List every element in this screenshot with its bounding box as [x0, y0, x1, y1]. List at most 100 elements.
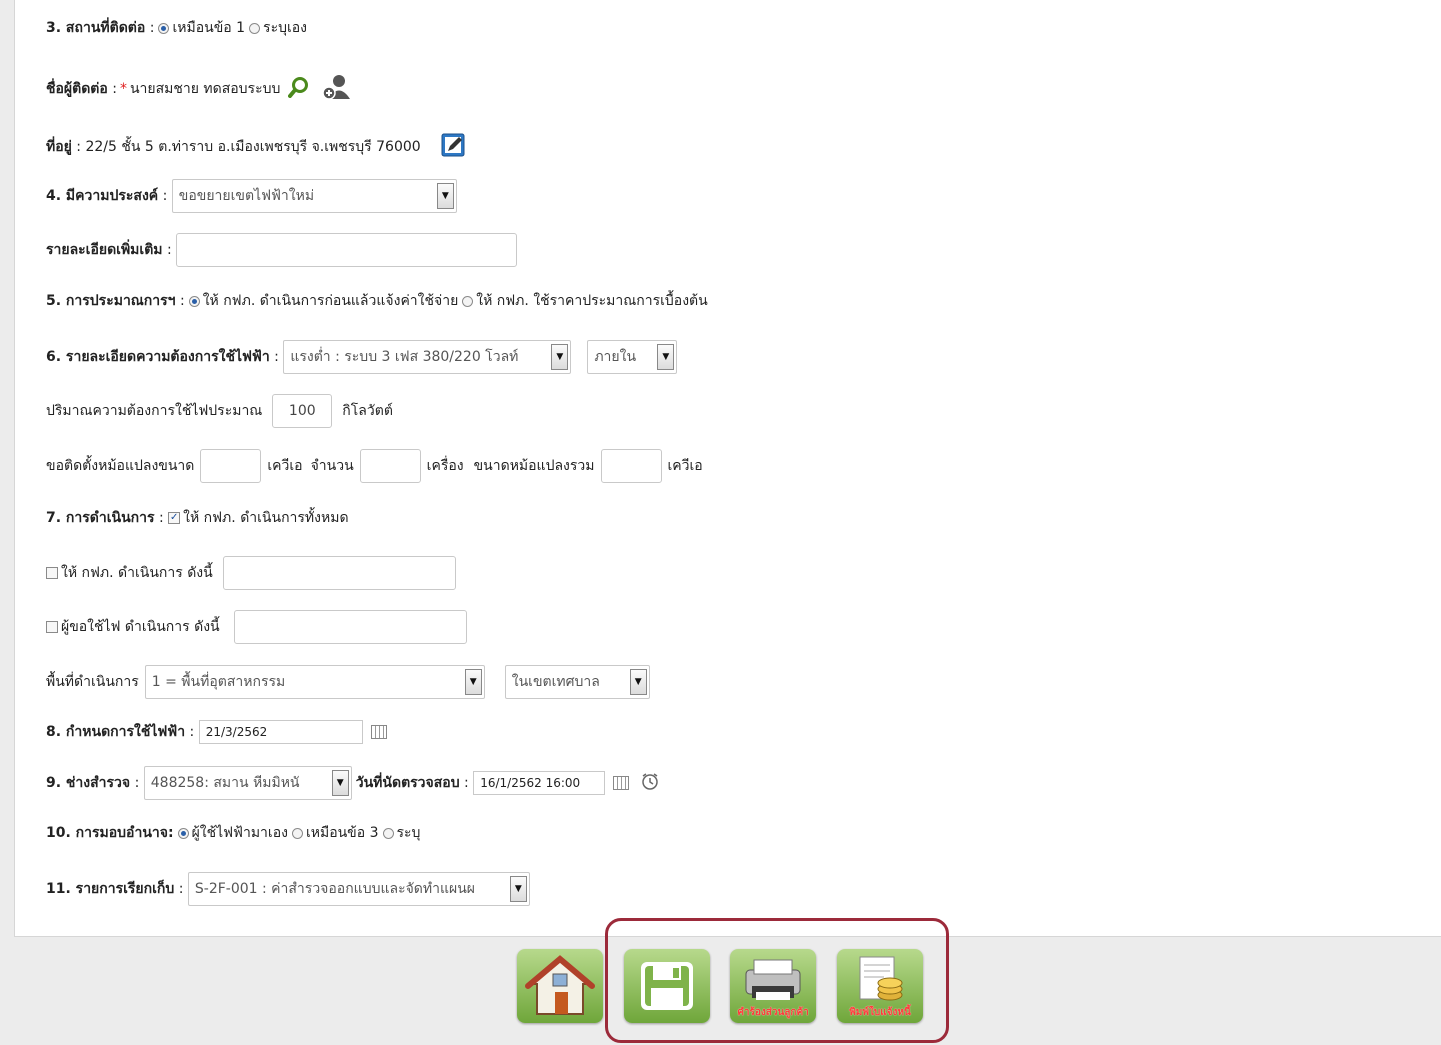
- appointment-input[interactable]: 16/1/2562 16:00: [473, 771, 606, 795]
- purpose-select-value: ขอขยายเขตไฟฟ้าใหม่: [178, 188, 315, 204]
- checkbox-pea-all-label: ให้ กฟภ. ดำเนินการทั้งหมด: [183, 510, 349, 526]
- section-10-row: 10. การมอบอำนาจ: ผู้ใช้ไฟฟ้ามาเอง เหมือน…: [46, 822, 420, 844]
- demand-input[interactable]: 100: [272, 394, 333, 428]
- chevron-down-icon: ▼: [464, 669, 482, 695]
- radio-estimate-initial-label: ให้ กฟภ. ใช้ราคาประมาณการเบื้องต้น: [476, 293, 708, 309]
- calendar-icon[interactable]: [370, 725, 387, 739]
- transformer-count-input[interactable]: [359, 449, 421, 483]
- radio-same-as-3[interactable]: เหมือนข้อ 3: [288, 822, 379, 844]
- checkbox-pea-partial-label: ให้ กฟภ. ดำเนินการ ดังนี้: [61, 565, 213, 581]
- purpose-select[interactable]: ขอขยายเขตไฟฟ้าใหม่ ▼: [171, 179, 457, 213]
- transformer-count-unit: เครื่อง: [426, 458, 464, 474]
- section-4-row: 4. มีความประสงค์ : ขอขยายเขตไฟฟ้าใหม่ ▼: [46, 178, 457, 214]
- surveyor-select[interactable]: 488258: สมาน หีมมิหนั ▼: [143, 766, 352, 800]
- add-user-icon[interactable]: [322, 74, 352, 104]
- checkbox-pea-partial[interactable]: ให้ กฟภ. ดำเนินการ ดังนี้: [46, 562, 213, 584]
- zone-select[interactable]: 1 = พื้นที่อุตสาหกรรม ▼: [144, 665, 485, 699]
- usage-date-input[interactable]: 21/3/2562: [198, 720, 363, 744]
- radio-self[interactable]: ผู้ใช้ไฟฟ้ามาเอง: [174, 822, 288, 844]
- chevron-down-icon: ▼: [509, 876, 527, 902]
- transformer-size-input[interactable]: [200, 449, 262, 483]
- chevron-down-icon: ▼: [331, 770, 349, 796]
- user-partial-input[interactable]: [233, 610, 467, 644]
- transformer-row: ขอติดตั้งหม้อแปลงขนาด เควีเอ จำนวน เครื่…: [46, 448, 703, 484]
- section-6-row: 6. รายละเอียดความต้องการใช้ไฟฟ้า : แรงต่…: [46, 339, 678, 375]
- section-11-label: 11. รายการเรียกเก็บ: [46, 881, 175, 897]
- area-row: พื้นที่ดำเนินการ 1 = พื้นที่อุตสาหกรรม ▼…: [46, 664, 650, 700]
- floppy-disk-icon: [641, 962, 693, 1010]
- printer-icon: [745, 959, 801, 1000]
- pea-partial-row: ให้ กฟภ. ดำเนินการ ดังนี้: [46, 555, 456, 591]
- area-label: พื้นที่ดำเนินการ: [46, 674, 139, 690]
- section-7-label: 7. การดำเนินการ: [46, 510, 155, 526]
- pea-partial-input[interactable]: [222, 556, 456, 590]
- demand-label: ปริมาณความต้องการใช้ไฟประมาณ: [46, 403, 263, 419]
- transformer-unit: เควีเอ: [267, 458, 303, 474]
- checkbox-user-partial-label: ผู้ขอใช้ไฟ ดำเนินการ ดังนี้: [61, 619, 220, 635]
- contact-value: นายสมชาย ทดสอบระบบ: [129, 81, 281, 97]
- location-select-value: ภายใน: [594, 349, 637, 365]
- chevron-down-icon: ▼: [629, 669, 647, 695]
- radio-same-as-1[interactable]: เหมือนข้อ 1: [154, 17, 245, 39]
- section-8-label: 8. กำหนดการใช้ไฟฟ้า: [46, 724, 186, 740]
- print-invoice-button[interactable]: พิมพ์ใบแจ้งหนี้: [837, 949, 923, 1023]
- radio-specify-label: ระบุเอง: [263, 20, 308, 36]
- transformer-total-label: ขนาดหม้อแปลงรวม: [473, 458, 595, 474]
- address-value: 22/5 ชั้น 5 ต.ท่าราบ อ.เมืองเพชรบุรี จ.เ…: [85, 139, 421, 155]
- radio-estimate-initial[interactable]: ให้ กฟภ. ใช้ราคาประมาณการเบื้องต้น: [458, 290, 708, 312]
- contact-row: ชื่อผู้ติดต่อ : * นายสมชาย ทดสอบระบบ: [46, 74, 352, 104]
- details-input[interactable]: [176, 233, 518, 267]
- radio-same-as-1-label: เหมือนข้อ 1: [172, 20, 246, 36]
- customer-request-print-button[interactable]: คำร้องส่วนลูกค้า: [730, 949, 816, 1023]
- details-row: รายละเอียดเพิ่มเติม :: [46, 232, 518, 268]
- invoice-coins-icon: [859, 956, 903, 1001]
- print-invoice-label: พิมพ์ใบแจ้งหนี้: [849, 1007, 911, 1018]
- section-8-row: 8. กำหนดการใช้ไฟฟ้า : 21/3/2562: [46, 720, 387, 744]
- section-9-row: 9. ช่างสำรวจ : 488258: สมาน หีมมิหนั ▼ ว…: [46, 766, 659, 800]
- section-3-row: 3. สถานที่ติดต่อ : เหมือนข้อ 1 ระบุเอง: [46, 17, 307, 39]
- radio-specify[interactable]: ระบุเอง: [245, 17, 307, 39]
- transformer-total-input[interactable]: [600, 449, 662, 483]
- edit-icon[interactable]: [441, 132, 467, 162]
- section-10-label: 10. การมอบอำนาจ:: [46, 825, 174, 841]
- section-6-label: 6. รายละเอียดความต้องการใช้ไฟฟ้า: [46, 349, 270, 365]
- location-select[interactable]: ภายใน ▼: [587, 340, 678, 374]
- voltage-select-value: แรงต่ำ : ระบบ 3 เฟส 380/220 โวลท์: [290, 349, 519, 365]
- required-star: *: [119, 81, 127, 97]
- save-button[interactable]: [624, 949, 710, 1023]
- appointment-label: วันที่นัดตรวจสอบ: [355, 775, 460, 791]
- checkbox-pea-all[interactable]: ✓ ให้ กฟภ. ดำเนินการทั้งหมด: [168, 507, 349, 529]
- radio-estimate-later-label: ให้ กฟภ. ดำเนินการก่อนแล้วแจ้งค่าใช้จ่าย: [202, 293, 459, 309]
- radio-self-label: ผู้ใช้ไฟฟ้ามาเอง: [191, 825, 288, 841]
- radio-specify-authority-label: ระบุ: [396, 825, 421, 841]
- transformer-total-unit: เควีเอ: [667, 458, 703, 474]
- calendar-icon[interactable]: [613, 776, 630, 790]
- district-select-value: ในเขตเทศบาล: [511, 674, 600, 690]
- section-9-label: 9. ช่างสำรวจ: [46, 775, 131, 791]
- checkbox-user-partial[interactable]: ผู้ขอใช้ไฟ ดำเนินการ ดังนี้: [46, 616, 220, 638]
- radio-specify-authority[interactable]: ระบุ: [379, 822, 421, 844]
- section-5-label: 5. การประมาณการฯ: [46, 293, 176, 309]
- voltage-select[interactable]: แรงต่ำ : ระบบ 3 เฟส 380/220 โวลท์ ▼: [283, 340, 572, 374]
- section-5-row: 5. การประมาณการฯ : ให้ กฟภ. ดำเนินการก่อ…: [46, 290, 708, 312]
- section-4-label: 4. มีความประสงค์: [46, 188, 159, 204]
- search-icon[interactable]: [288, 76, 310, 102]
- customer-request-print-label: คำร้องส่วนลูกค้า: [737, 1007, 809, 1018]
- charge-select-value: S-2F-001 : ค่าสำรวจออกแบบและจัดทำแผนผ: [194, 881, 475, 897]
- zone-select-value: 1 = พื้นที่อุตสาหกรรม: [151, 674, 286, 690]
- section-3-label: 3. สถานที่ติดต่อ: [46, 20, 146, 36]
- surveyor-select-value: 488258: สมาน หีมมิหนั: [150, 775, 300, 791]
- demand-row: ปริมาณความต้องการใช้ไฟประมาณ 100 กิโลวัต…: [46, 394, 393, 428]
- section-7-row: 7. การดำเนินการ : ✓ ให้ กฟภ. ดำเนินการทั้…: [46, 507, 349, 529]
- address-row: ที่อยู่ : 22/5 ชั้น 5 ต.ท่าราบ อ.เมืองเพ…: [46, 132, 467, 162]
- clock-icon[interactable]: [641, 772, 659, 794]
- transformer-label: ขอติดตั้งหม้อแปลงขนาด: [46, 458, 195, 474]
- radio-same-as-3-label: เหมือนข้อ 3: [305, 825, 379, 841]
- charge-select[interactable]: S-2F-001 : ค่าสำรวจออกแบบและจัดทำแผนผ ▼: [187, 872, 530, 906]
- section-11-row: 11. รายการเรียกเก็บ : S-2F-001 : ค่าสำรว…: [46, 872, 530, 906]
- radio-estimate-later[interactable]: ให้ กฟภ. ดำเนินการก่อนแล้วแจ้งค่าใช้จ่าย: [185, 290, 459, 312]
- district-select[interactable]: ในเขตเทศบาล ▼: [504, 665, 650, 699]
- home-button[interactable]: [517, 949, 603, 1023]
- chevron-down-icon: ▼: [551, 344, 569, 370]
- address-label: ที่อยู่: [46, 139, 72, 155]
